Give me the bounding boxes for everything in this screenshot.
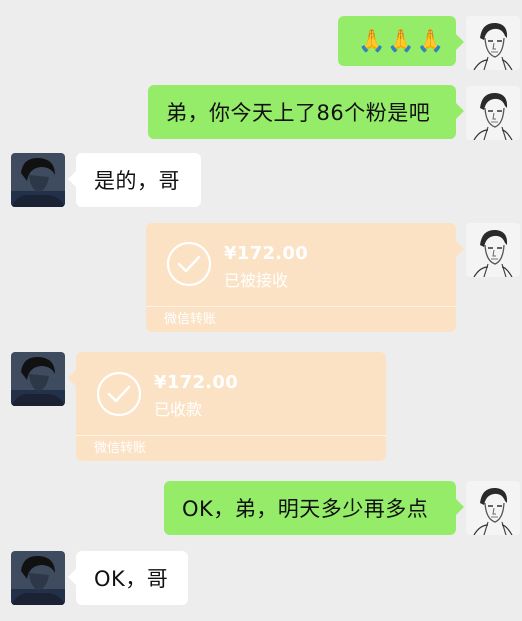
contact-avatar[interactable] xyxy=(11,352,65,406)
transfer-label-text: 微信转账 xyxy=(94,441,147,456)
transfer-status: 已收款 xyxy=(154,400,203,419)
self-avatar[interactable] xyxy=(466,86,520,140)
transfer-card-received[interactable]: ¥172.00 已收款 微信转账 xyxy=(68,352,386,461)
self-avatar[interactable] xyxy=(466,223,520,277)
message-bubble-received[interactable]: OK，哥 xyxy=(68,551,188,605)
transfer-amount: ¥172.00 xyxy=(224,243,309,264)
message-text: 是的，哥 xyxy=(94,169,180,193)
transfer-label-text: 微信转账 xyxy=(164,312,217,327)
message-bubble-sent[interactable]: 🙏🙏🙏 xyxy=(338,16,464,66)
check-circle-icon xyxy=(166,241,212,287)
message-text: 弟，你今天上了86个粉是吧 xyxy=(166,101,431,125)
transfer-card-sent[interactable]: ¥172.00 已被接收 微信转账 xyxy=(146,223,464,332)
message-text: OK，弟，明天多少再多点 xyxy=(182,497,429,521)
contact-avatar[interactable] xyxy=(11,153,65,207)
transfer-amount: ¥172.00 xyxy=(154,372,239,393)
transfer-label: 微信转账 xyxy=(146,306,456,332)
message-bubble-sent[interactable]: OK，弟，明天多少再多点 xyxy=(164,481,464,535)
contact-avatar[interactable] xyxy=(11,551,65,605)
self-avatar[interactable] xyxy=(466,16,520,70)
transfer-status: 已被接收 xyxy=(224,271,289,290)
transfer-label: 微信转账 xyxy=(76,435,386,461)
self-avatar[interactable] xyxy=(466,481,520,535)
message-bubble-sent[interactable]: 弟，你今天上了86个粉是吧 xyxy=(148,85,464,139)
message-text: OK，哥 xyxy=(94,567,169,591)
check-circle-icon xyxy=(96,371,142,417)
message-text: 🙏🙏🙏 xyxy=(358,28,447,54)
message-bubble-received[interactable]: 是的，哥 xyxy=(68,153,201,207)
